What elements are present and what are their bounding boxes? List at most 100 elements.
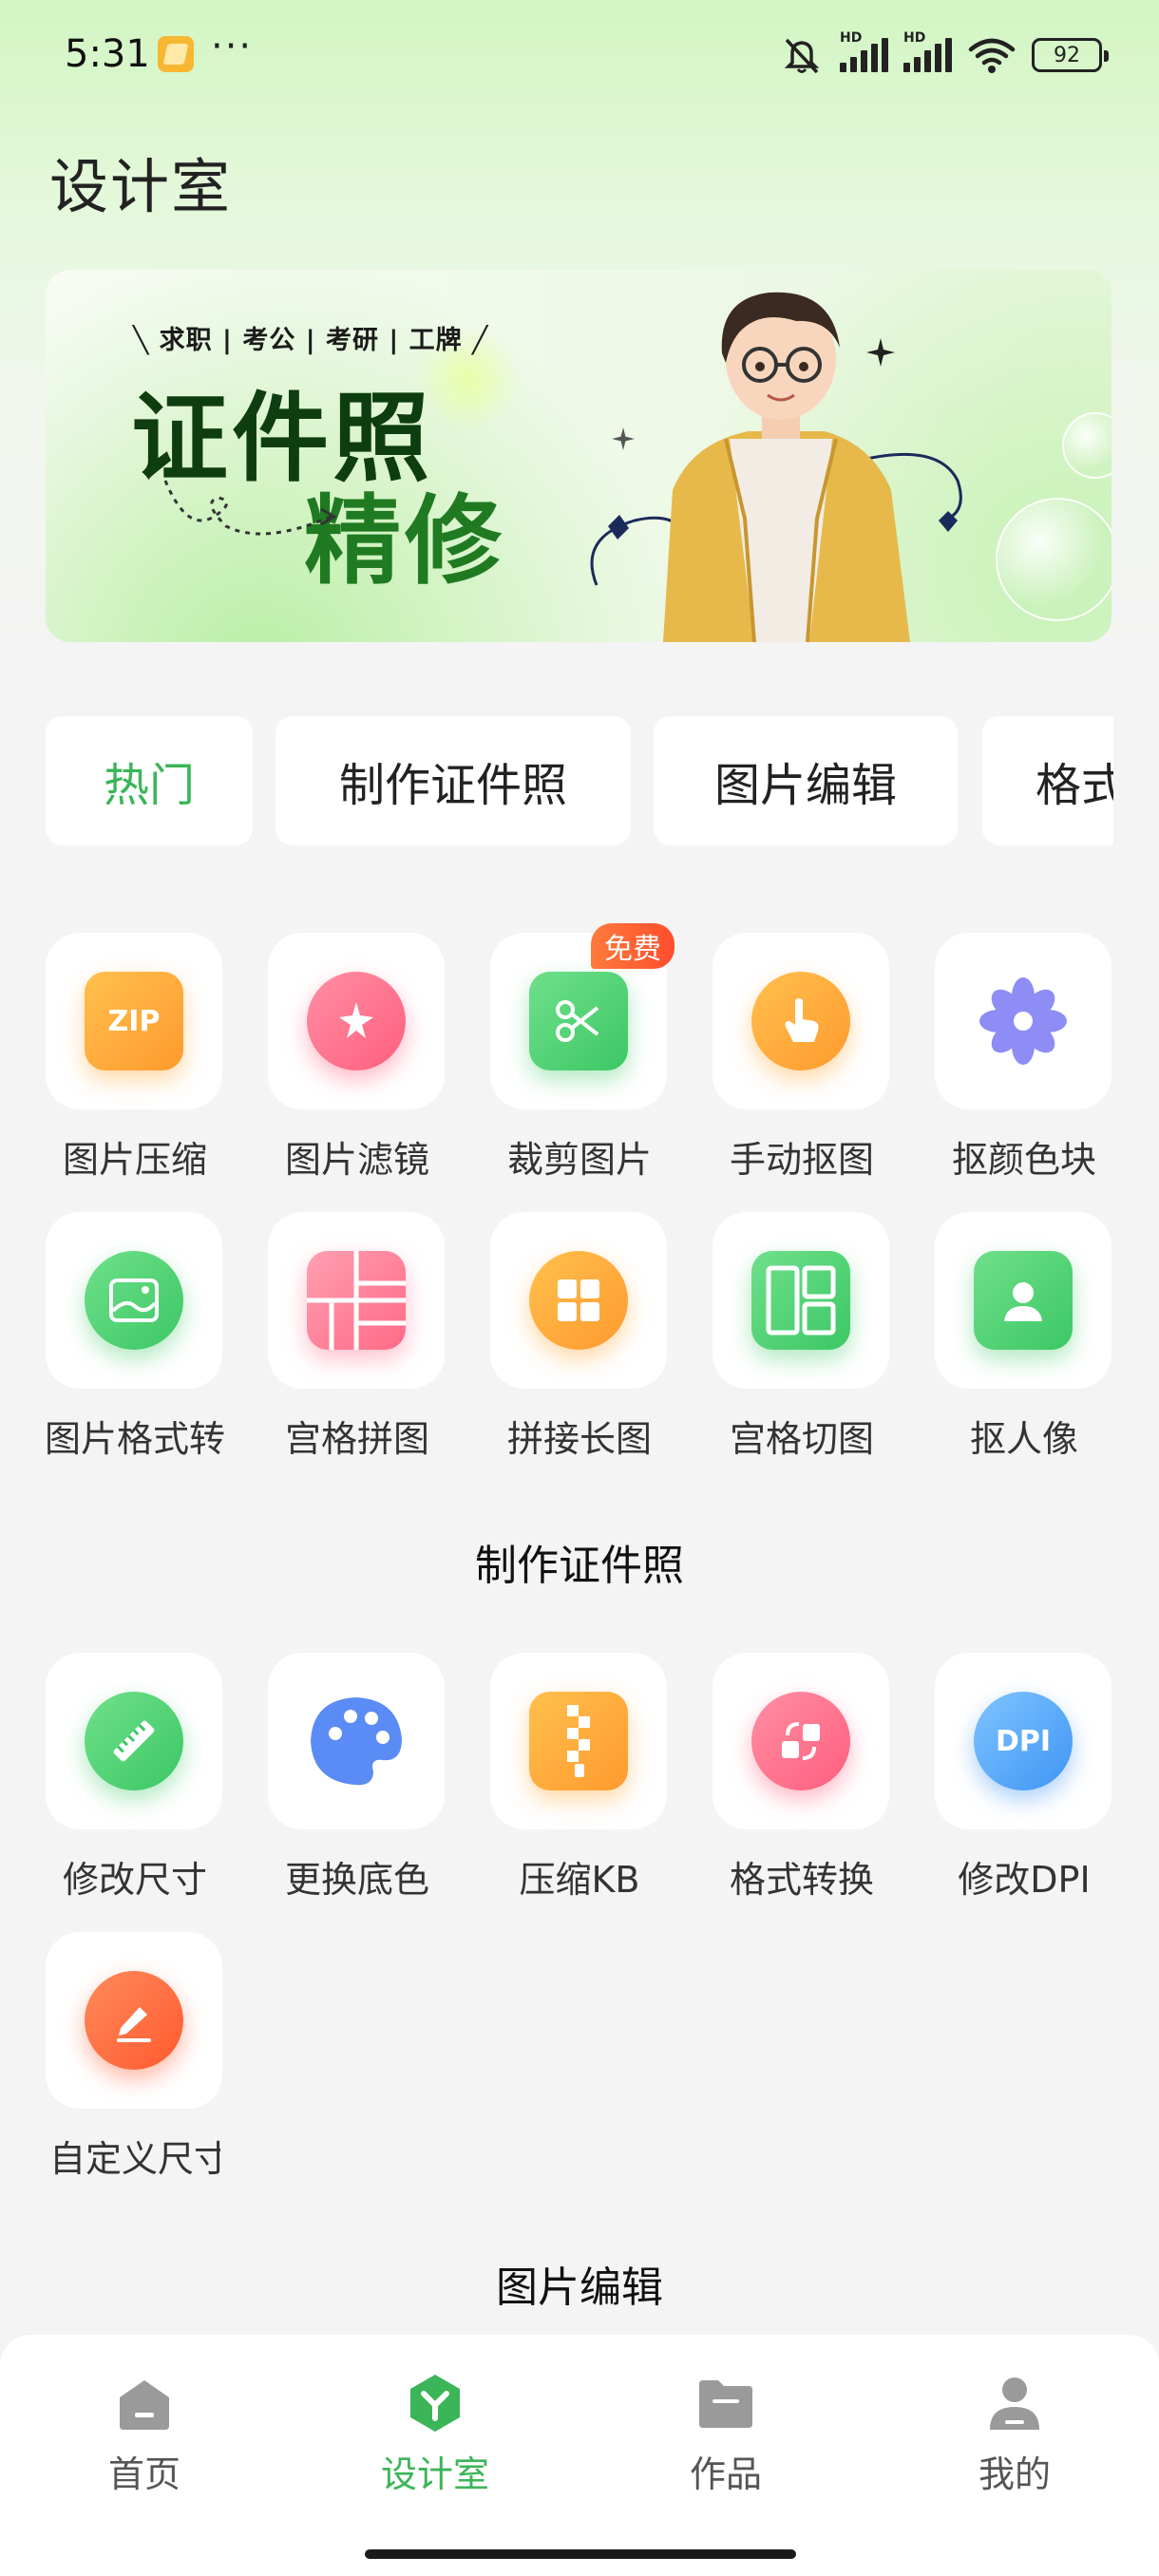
tool-label: 修改尺寸 [62,1859,207,1901]
nav-label: 我的 [978,2453,1051,2495]
tool-card [268,1653,445,1829]
signal-2-icon: HD [903,30,952,72]
tool-compress-kb[interactable]: 压缩KB [490,1653,669,1903]
portrait-icon [974,1251,1073,1350]
tool-card [46,1212,222,1389]
filter-icon [307,972,406,1070]
tool-card [46,1653,222,1829]
grid-collage-icon [307,1251,406,1350]
tool-label: 格式转换 [729,1859,874,1901]
tool-modify-size[interactable]: 修改尺寸 [46,1653,224,1903]
mute-icon [784,38,820,74]
tool-card [712,933,889,1109]
zip-icon: ZIP [85,972,183,1070]
notification-app-icon [158,36,194,72]
signal-1-icon: HD [840,30,888,72]
tool-image-compress[interactable]: ZIP 图片压缩 [46,933,224,1183]
nav-home[interactable]: 首页 [49,2373,239,2497]
tab-format[interactable]: 格式 [982,716,1113,845]
tool-crop-image[interactable]: 免费 裁剪图片 [490,923,674,1183]
image-format-icon [85,1251,183,1350]
page-title: 设计室 [49,152,233,221]
design-hex-icon [405,2373,466,2434]
tool-label: 拼接长图 [506,1418,652,1460]
window-tiles-icon [529,1251,628,1350]
tab-image-edit[interactable]: 图片编辑 [654,716,958,845]
tool-card [935,933,1112,1109]
palette-icon [307,1692,406,1790]
tool-card [46,1932,222,2109]
tool-label: 图片滤镜 [284,1139,429,1181]
convert-icon [751,1692,850,1790]
zipper-icon [529,1692,628,1790]
crop-scissors-icon [529,972,628,1070]
tool-portrait-cutout[interactable]: 抠人像 [935,1212,1113,1462]
nav-label: 作品 [689,2453,762,2495]
dotted-arrow-icon [163,480,338,536]
nav-profile[interactable]: 我的 [920,2373,1110,2497]
tool-card [712,1653,889,1829]
free-badge: 免费 [591,923,674,969]
tool-card [268,933,445,1109]
tool-card [490,1653,667,1829]
tool-label: 手动抠图 [729,1139,874,1181]
tool-long-stitch[interactable]: 拼接长图 [490,1212,669,1462]
battery-icon: 92 [1032,38,1109,72]
tool-label: 修改DPI [958,1859,1091,1901]
tool-color-block-cutout[interactable]: 抠颜色块 [935,933,1113,1183]
tool-manual-cutout[interactable]: 手动抠图 [712,933,891,1183]
tool-label: 图片压缩 [62,1139,207,1181]
home-indicator[interactable] [365,2549,796,2559]
bubble-decoration [1062,412,1112,479]
tool-image-format[interactable]: 图片格式转 [45,1212,225,1462]
tool-label: 裁剪图片 [506,1139,652,1181]
nav-works[interactable]: 作品 [631,2373,821,2497]
tool-card [712,1212,889,1389]
bubble-decoration [996,498,1112,621]
tab-id-photo[interactable]: 制作证件照 [276,716,631,845]
ruler-icon [85,1692,183,1790]
tool-label: 宫格切图 [729,1418,874,1460]
grid-split-icon [751,1251,850,1350]
section-title-id-photo: 制作证件照 [475,1542,684,1590]
tool-label: 图片格式转 [44,1418,225,1460]
status-time: 5:31 [65,32,150,76]
banner-tags: ╲ 求职 | 考公 | 考研 | 工牌 ╱ [133,326,489,355]
tab-hot[interactable]: 热门 [46,716,253,845]
wifi-icon [968,38,1016,73]
tool-modify-dpi[interactable]: DPI 修改DPI [935,1653,1113,1903]
tool-card: ZIP [46,933,222,1109]
tool-label: 自定义尺寸 [49,2138,220,2180]
bottom-navigation: 首页 设计室 作品 我的 [0,2335,1159,2576]
edit-pen-icon [85,1971,183,2070]
nav-design-studio[interactable]: 设计室 [340,2373,530,2497]
tool-grid-collage[interactable]: 宫格拼图 [268,1212,446,1462]
flower-icon [974,972,1073,1070]
tool-label: 抠人像 [969,1418,1078,1460]
profile-icon [984,2373,1045,2434]
folder-icon [695,2373,756,2434]
nav-label: 设计室 [380,2453,489,2495]
battery-level: 92 [1054,43,1080,67]
tool-card: DPI [935,1653,1112,1829]
tool-label: 宫格拼图 [284,1418,429,1460]
tool-label: 更换底色 [284,1859,429,1901]
section-title-image-edit: 图片编辑 [496,2263,663,2312]
status-more-indicator: ··· [211,25,254,68]
tool-image-filter[interactable]: 图片滤镜 [268,933,446,1183]
tool-custom-size[interactable]: 自定义尺寸 [46,1932,224,2182]
home-icon [114,2373,175,2434]
promo-banner[interactable]: ╲ 求职 | 考公 | 考研 | 工牌 ╱ 证件照 精修 [46,270,1112,642]
tool-format-convert[interactable]: 格式转换 [712,1653,891,1903]
tool-grid-split[interactable]: 宫格切图 [712,1212,891,1462]
character-illustration [590,292,962,642]
dpi-icon: DPI [974,1692,1073,1790]
hand-pointer-icon [751,972,850,1070]
status-bar: 5:31 ··· HD HD 92 [0,0,1159,110]
tool-card: 免费 [490,923,674,1109]
tool-card [268,1212,445,1389]
tool-change-background[interactable]: 更换底色 [268,1653,446,1903]
nav-label: 首页 [107,2453,180,2495]
tool-card [490,1212,667,1389]
status-icons: HD HD 92 [779,30,1109,78]
